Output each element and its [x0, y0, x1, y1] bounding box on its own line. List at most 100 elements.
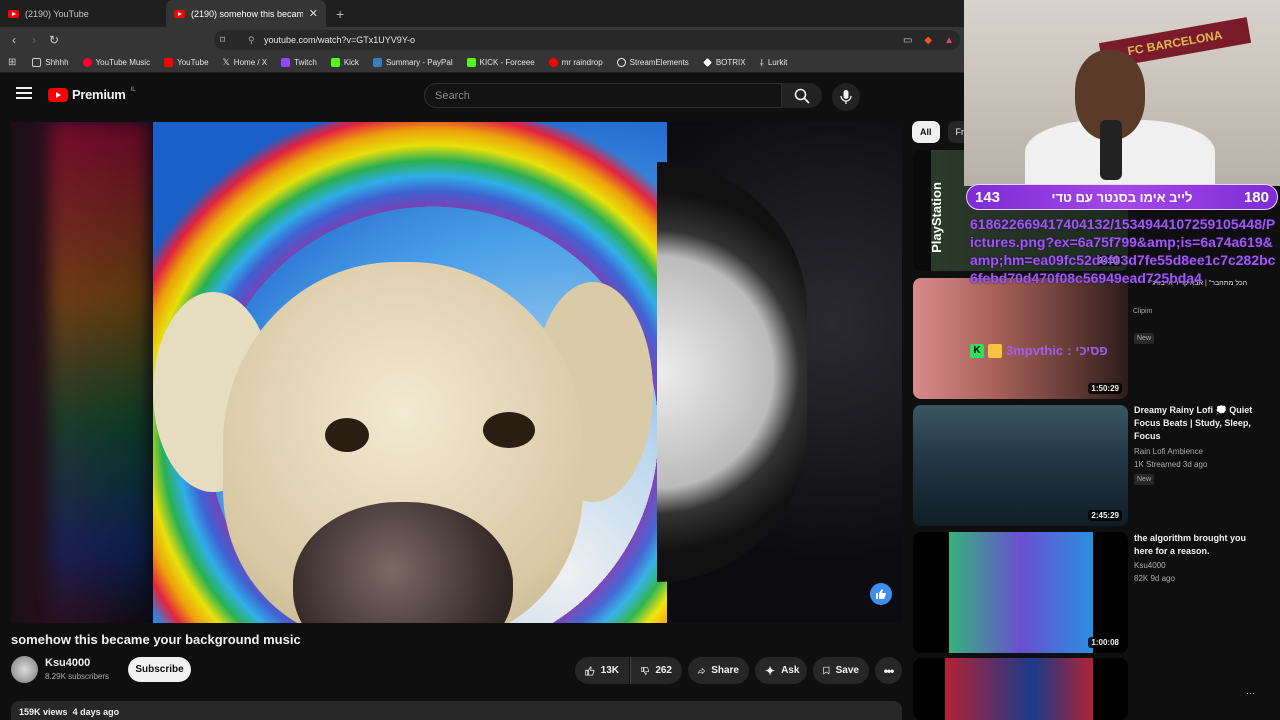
- thumbs-up-icon: [585, 665, 595, 676]
- cast-icon[interactable]: ▭: [903, 35, 912, 46]
- video-player[interactable]: [11, 122, 902, 623]
- bookmark-label: Summary - PayPal: [385, 58, 453, 67]
- vinyl-record: [657, 162, 807, 582]
- recommendation-thumbnail[interactable]: 2:45:29: [913, 405, 1128, 526]
- channel-avatar[interactable]: [11, 656, 38, 683]
- more-vertical-icon[interactable]: ⋯: [1246, 688, 1255, 699]
- bookmark-item[interactable]: Summary - PayPal: [372, 58, 453, 67]
- bookmark-item[interactable]: YouTube: [164, 58, 209, 67]
- bookmark-label: Shhhh: [45, 58, 69, 67]
- lurkit-icon: ⸸: [759, 58, 764, 68]
- youtube-icon: [8, 9, 19, 18]
- ask-label: Ask: [781, 665, 800, 676]
- bookmark-item[interactable]: YouTube Music: [82, 58, 151, 67]
- back-icon[interactable]: ‹: [4, 33, 24, 47]
- more-actions-button[interactable]: •••: [875, 657, 902, 684]
- bookmark-item[interactable]: BOTRIX: [702, 58, 746, 67]
- bookmark-label: Kick: [343, 58, 359, 67]
- recommendation-title[interactable]: Dreamy Rainy Lofi 💭 Quiet Focus Beats | …: [1134, 404, 1254, 443]
- youtube-icon: [548, 58, 558, 67]
- dog-eye: [483, 412, 535, 448]
- new-tab-icon[interactable]: +: [336, 6, 344, 22]
- channel-name[interactable]: Ksu4000: [45, 657, 90, 669]
- bookmark-item[interactable]: mr raindrop: [548, 58, 603, 67]
- twitch-icon: [281, 58, 291, 67]
- site-info-icon[interactable]: ⚲: [248, 35, 255, 46]
- more-horizontal-icon: •••: [883, 663, 895, 678]
- browser-tab-active[interactable]: (2190) somehow this became yo ✕: [166, 0, 326, 27]
- like-overlay-icon[interactable]: [870, 583, 892, 605]
- chat-username: 3mpvthic: [1006, 343, 1064, 358]
- search-input[interactable]: Search: [424, 83, 782, 108]
- close-tab-icon[interactable]: ✕: [309, 7, 318, 20]
- recommendation-thumbnail[interactable]: 1:50:29: [913, 278, 1128, 399]
- dislike-count: 262: [655, 665, 672, 676]
- youtube-icon: [164, 58, 174, 67]
- subscribe-button[interactable]: Subscribe: [128, 657, 191, 682]
- bookmark-item[interactable]: Kick: [330, 58, 359, 67]
- youtube-music-icon: [82, 58, 92, 67]
- subscriber-count: 8.29K subscribers: [45, 672, 110, 681]
- upload-age: 4 days ago: [72, 707, 120, 717]
- description-box[interactable]: 159K views 4 days ago: [11, 701, 902, 720]
- bookmark-icon[interactable]: ⌑: [220, 35, 225, 46]
- bookmark-item[interactable]: Twitch: [281, 58, 317, 67]
- brave-rewards-icon[interactable]: ▲: [944, 35, 954, 46]
- chip-all[interactable]: All: [912, 121, 940, 143]
- share-label: Share: [711, 665, 739, 676]
- dislike-button[interactable]: 262: [630, 657, 682, 684]
- view-count: 159K views: [19, 707, 68, 717]
- bookmark-item[interactable]: Shhhh: [32, 58, 69, 67]
- bookmark-item[interactable]: StreamElements: [616, 58, 689, 67]
- banner-right-count: 180: [1243, 188, 1269, 206]
- folder-icon: [32, 58, 42, 67]
- video-title: somehow this became your background musi…: [11, 632, 301, 647]
- streamer-microphone: [1100, 120, 1122, 180]
- recommendation-channel[interactable]: Clipim: [1133, 308, 1152, 315]
- like-button[interactable]: 13K: [575, 657, 629, 684]
- youtube-icon: [174, 9, 185, 18]
- bookmark-label: Home / X: [233, 58, 268, 67]
- recommendation-title[interactable]: the algorithm brought you here for a rea…: [1134, 532, 1254, 558]
- bookmark-item[interactable]: 𝕏 Home / X: [223, 57, 268, 68]
- new-badge: New: [1134, 474, 1155, 485]
- share-button[interactable]: Share: [688, 657, 749, 684]
- recommendation-channel[interactable]: Ksu4000: [1134, 561, 1166, 570]
- youtube-premium-logo[interactable]: Premium IL: [48, 87, 136, 102]
- sparkle-icon: ✦: [765, 663, 776, 678]
- bookmark-item[interactable]: ⸸ Lurkit: [760, 56, 788, 69]
- apps-grid-icon[interactable]: ⊞: [8, 57, 16, 68]
- recommendation-thumbnail[interactable]: [913, 658, 1128, 720]
- youtube-header: Premium IL Search: [0, 74, 964, 116]
- forward-icon[interactable]: ›: [24, 33, 44, 47]
- search-icon: [794, 88, 810, 104]
- video-frame-right: [657, 122, 902, 623]
- address-bar[interactable]: ⌑ ⚲ youtube.com/watch?v=GTx1UYV9Y-o ▭ ◆ …: [214, 30, 960, 50]
- kick-badge-icon: K: [970, 343, 984, 358]
- save-button[interactable]: Save: [813, 657, 869, 684]
- video-duration: 2:45:29: [1088, 510, 1122, 521]
- recommendation-thumbnail[interactable]: 1:00:08: [913, 532, 1128, 653]
- ask-button[interactable]: ✦ Ask: [755, 657, 807, 684]
- chat-separator: :: [1067, 343, 1072, 358]
- bookmark-save-icon: [823, 666, 830, 675]
- logo-text: Premium: [72, 87, 126, 102]
- bookmark-label: YouTube: [177, 58, 209, 67]
- voice-search-button[interactable]: [832, 83, 860, 111]
- banner-left-count: 143: [975, 188, 1001, 206]
- share-icon: [698, 667, 706, 674]
- subscriber-badge-icon: [988, 343, 1002, 358]
- bookmark-item[interactable]: KICK - Forceee: [466, 58, 535, 67]
- url-text[interactable]: youtube.com/watch?v=GTx1UYV9Y-o: [264, 35, 415, 45]
- search-button[interactable]: [782, 83, 822, 108]
- brave-shield-icon[interactable]: ◆: [924, 35, 932, 46]
- menu-icon[interactable]: [16, 87, 32, 99]
- reload-icon[interactable]: ↻: [44, 33, 64, 47]
- kick-icon: [466, 58, 476, 67]
- logo-region: IL: [130, 87, 136, 93]
- browser-tab[interactable]: (2190) YouTube: [0, 0, 166, 27]
- recommendation-channel[interactable]: Rain Lofi Ambience: [1134, 447, 1203, 456]
- bookmark-label: YouTube Music: [95, 58, 151, 67]
- kick-icon: [330, 58, 340, 67]
- tab-title: (2190) somehow this became yo: [191, 8, 303, 19]
